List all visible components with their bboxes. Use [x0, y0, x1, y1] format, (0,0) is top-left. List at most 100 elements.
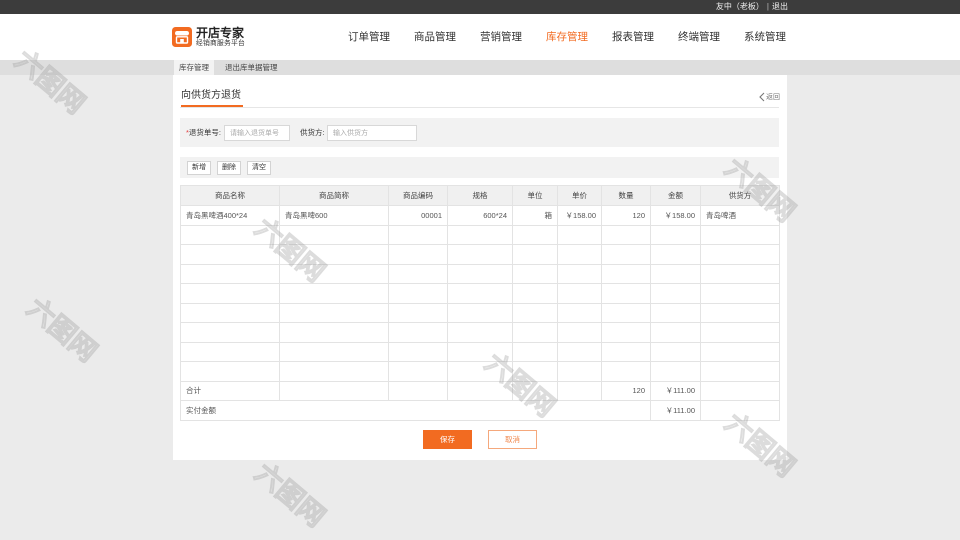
table-cell-empty: [650, 302, 701, 323]
table-cell-empty: [700, 244, 780, 265]
table-cell-empty: [512, 380, 558, 401]
cell-amount: ￥158.00: [650, 205, 701, 226]
back-label: 返回: [766, 94, 780, 101]
table-cell-empty: [557, 244, 602, 265]
chevron-left-icon: [759, 92, 765, 102]
table-paid-row: 实付金额 ￥111.00: [180, 400, 780, 421]
nav-item-marketing[interactable]: 营销管理: [480, 14, 522, 60]
brand-name: 开店专家: [196, 26, 245, 40]
table-cell-empty: [700, 400, 780, 421]
table-toolbar: 新增 删除 清空: [180, 157, 779, 178]
table-cell-empty: [447, 380, 513, 401]
tab-inventory-management[interactable]: 库存管理: [174, 60, 214, 75]
nav-item-reports[interactable]: 报表管理: [612, 14, 654, 60]
cancel-button[interactable]: 取消: [488, 430, 537, 449]
table-cell-empty: [650, 263, 701, 284]
return-no-label: *退货单号:: [186, 118, 221, 147]
table-cell-empty: [512, 322, 558, 343]
column-header-quantity: 数量: [601, 185, 651, 206]
table-cell-empty: [601, 322, 651, 343]
table-cell-empty: [388, 341, 448, 362]
logo[interactable]: 开店专家 经销商服务平台: [172, 27, 245, 48]
table-cell-empty: [512, 224, 558, 245]
table-cell-empty: [601, 263, 651, 284]
table-cell-empty: [279, 302, 389, 323]
nav-item-terminals[interactable]: 终端管理: [678, 14, 720, 60]
table-total-row: 合计 120 ￥111.00: [180, 380, 780, 401]
table-cell-empty: [512, 244, 558, 265]
column-header-unit-price: 单价: [557, 185, 602, 206]
table-cell-empty: [447, 341, 513, 362]
sub-nav: 库存管理 退出库单据管理: [0, 60, 960, 75]
tab-return-documents[interactable]: 退出库单据管理: [220, 60, 283, 75]
page-title: 向供货方退货: [181, 87, 243, 107]
table-cell-empty: [180, 361, 280, 382]
nav-item-system[interactable]: 系统管理: [744, 14, 786, 60]
brand-tagline: 经销商服务平台: [196, 40, 245, 47]
table-cell-empty: [700, 283, 780, 304]
table-row-empty: [180, 263, 780, 284]
nav-item-inventory[interactable]: 库存管理: [546, 14, 588, 60]
table-cell-empty: [447, 244, 513, 265]
table-row-empty: [180, 322, 780, 343]
content-panel: 向供货方退货 返回 *退货单号: 供货方: 新增 删除 清空 商品名称 商品简称…: [173, 75, 787, 460]
table-row-empty: [180, 341, 780, 362]
table-cell-empty: [279, 361, 389, 382]
save-button[interactable]: 保存: [423, 430, 472, 449]
column-header-amount: 金额: [650, 185, 701, 206]
table-cell-empty: [512, 302, 558, 323]
table-cell-empty: [650, 283, 701, 304]
table-cell-empty: [388, 322, 448, 343]
table-cell-empty: [279, 283, 389, 304]
table-row-empty: [180, 361, 780, 382]
total-amount: ￥111.00: [650, 380, 701, 401]
cell-spec: 600*24: [447, 205, 513, 226]
table-cell-empty: [512, 361, 558, 382]
table-cell-empty: [447, 302, 513, 323]
table-cell-empty: [279, 224, 389, 245]
table-cell-empty: [447, 283, 513, 304]
column-header-product-code: 商品编码: [388, 185, 448, 206]
supplier-input[interactable]: [327, 125, 417, 141]
table-cell-empty: [601, 224, 651, 245]
table-row-empty: [180, 244, 780, 265]
cell-quantity: 120: [601, 205, 651, 226]
return-items-table: 商品名称 商品简称 商品编码 规格 单位 单价 数量 金额 供货方 青岛黑啤酒4…: [180, 185, 780, 421]
return-no-label-text: 退货单号:: [188, 128, 222, 137]
table-row[interactable]: 青岛黑啤酒400*24 青岛黑啤600 00001 600*24 箱 ￥158.…: [180, 205, 780, 226]
header: 开店专家 经销商服务平台 订单管理 商品管理 营销管理 库存管理 报表管理 终端…: [0, 14, 960, 60]
return-no-input[interactable]: [224, 125, 290, 141]
table-cell-empty: [700, 380, 780, 401]
table-cell-empty: [180, 322, 280, 343]
table-cell-empty: [700, 361, 780, 382]
user-area: 友中（老板） | 退出: [716, 0, 788, 14]
table-body: 青岛黑啤酒400*24 青岛黑啤600 00001 600*24 箱 ￥158.…: [180, 205, 780, 421]
table-cell-empty: [557, 380, 602, 401]
table-cell-empty: [700, 224, 780, 245]
clear-button[interactable]: 清空: [247, 160, 271, 175]
table-cell-empty: [512, 283, 558, 304]
watermark: 六图网: [21, 292, 103, 368]
logout-link[interactable]: 退出: [772, 0, 788, 14]
cell-product-name: 青岛黑啤酒400*24: [180, 205, 280, 226]
delete-button[interactable]: 删除: [217, 160, 241, 175]
back-link[interactable]: 返回: [759, 92, 780, 102]
table-cell-empty: [650, 361, 701, 382]
table-cell-empty: [557, 263, 602, 284]
table-cell-empty: [601, 283, 651, 304]
table-head: 商品名称 商品简称 商品编码 规格 单位 单价 数量 金额 供货方: [180, 185, 780, 206]
column-header-spec: 规格: [447, 185, 513, 206]
table-cell-empty: [279, 380, 389, 401]
user-separator: |: [766, 2, 769, 11]
table-cell-empty: [700, 341, 780, 362]
add-button[interactable]: 新增: [187, 160, 211, 175]
table-cell-empty: [557, 302, 602, 323]
nav-item-products[interactable]: 商品管理: [414, 14, 456, 60]
paid-label: 实付金额: [180, 400, 651, 421]
table-cell-empty: [388, 263, 448, 284]
table-cell-empty: [279, 263, 389, 284]
nav-item-orders[interactable]: 订单管理: [348, 14, 390, 60]
table-cell-empty: [279, 244, 389, 265]
table-cell-empty: [180, 283, 280, 304]
table-cell-empty: [557, 283, 602, 304]
